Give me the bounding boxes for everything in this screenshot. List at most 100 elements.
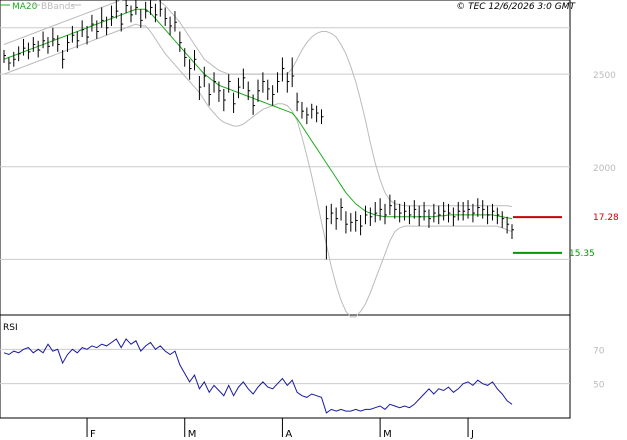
legend-ma20-label: MA20 [12, 2, 38, 12]
ohlc-bar-41 [203, 66, 207, 88]
ohlc-bar-88 [433, 203, 436, 223]
ohlc-bar-39 [194, 50, 197, 71]
ohlc-bar-49 [242, 68, 246, 89]
rsi-tick-label-50: 50 [593, 381, 605, 391]
ohlc-bar-14 [71, 25, 75, 43]
ohlc-bars [3, 0, 514, 260]
ohlc-bar-99 [487, 205, 490, 225]
ohlc-bar-1 [8, 57, 11, 71]
ohlc-bar-79 [389, 194, 392, 215]
ohlc-bar-75 [369, 207, 373, 227]
ohlc-bar-93 [457, 201, 461, 221]
legend: MA20 BBands [0, 2, 81, 12]
ohlc-bar-30 [150, 0, 153, 15]
ohlc-bar-10 [52, 27, 55, 47]
ohlc-bar-3 [18, 46, 21, 62]
ohlc-bar-57 [281, 57, 285, 82]
ohlc-bar-64 [316, 105, 319, 123]
rsi-tick-label-70: 70 [593, 346, 605, 356]
ohlc-bar-42 [208, 83, 212, 106]
ohlc-bar-18 [91, 14, 94, 32]
ohlc-bar-87 [428, 209, 431, 228]
ma20-line-group [3, 8, 513, 220]
price-tick-label-2500: 2500 [593, 71, 616, 81]
rsi-panel-border [0, 314, 571, 419]
x-tick-label-0: F [90, 429, 96, 440]
price-levels: 17.28 15.35 [513, 213, 619, 259]
ohlc-bar-96 [472, 203, 475, 223]
ohlc-bar-95 [467, 200, 471, 219]
axes: 2500 2000 70 50 F M A M J [86, 71, 616, 440]
ohlc-bar-28 [140, 9, 143, 28]
ohlc-bar-47 [233, 92, 236, 114]
ohlc-bar-61 [301, 101, 304, 119]
ohlc-bar-0 [3, 50, 6, 63]
ohlc-bar-37 [184, 48, 187, 67]
ohlc-bar-8 [42, 31, 46, 49]
ohlc-bar-40 [198, 75, 202, 101]
ma20-line [3, 8, 513, 220]
ohlc-bar-48 [237, 77, 241, 99]
ohlc-bar-22 [110, 5, 114, 26]
ohlc-bar-54 [267, 79, 270, 101]
bollinger-bands [3, 0, 513, 318]
ohlc-bar-84 [413, 200, 417, 219]
ohlc-bar-45 [223, 88, 226, 112]
ohlc-bar-5 [27, 42, 31, 60]
ohlc-bar-65 [321, 109, 324, 125]
ohlc-bar-4 [23, 38, 26, 56]
price-panel-border [0, 0, 571, 316]
stock-chart: 17.28 15.35 2500 2000 70 50 F M A M J MA20 BBands… [0, 0, 619, 440]
ohlc-bar-85 [418, 205, 422, 227]
ohlc-bar-51 [252, 94, 256, 115]
ohlc-bar-55 [272, 85, 275, 106]
ohlc-bar-91 [448, 203, 451, 223]
ohlc-bar-6 [32, 37, 36, 52]
bband-upper-line [3, 0, 513, 208]
ohlc-bar-60 [296, 92, 300, 112]
ohlc-bar-12 [62, 50, 65, 69]
x-tick-label-1: M [188, 429, 197, 440]
ohlc-bar-76 [374, 201, 378, 223]
ohlc-bar-68 [335, 207, 339, 230]
x-tick-label-3: M [383, 429, 392, 440]
ohlc-bar-59 [291, 57, 295, 88]
ohlc-bar-92 [452, 207, 456, 227]
ohlc-bar-86 [423, 201, 427, 221]
ohlc-bar-25 [125, 0, 129, 13]
bband-lower-line [3, 23, 513, 318]
ohlc-bar-103 [506, 216, 510, 234]
support-label: 15.35 [569, 249, 595, 259]
ohlc-bar-58 [286, 72, 290, 93]
ohlc-bar-33 [164, 7, 168, 26]
ohlc-bar-35 [174, 11, 177, 32]
ohlc-bar-104 [511, 224, 514, 240]
ohlc-bar-44 [218, 81, 221, 102]
ohlc-bar-62 [306, 107, 309, 125]
price-tick-label-2000: 2000 [593, 164, 616, 174]
rsi-title: RSI [3, 323, 18, 333]
x-tick-label-2: A [285, 429, 292, 440]
ohlc-bar-94 [462, 201, 466, 221]
legend-bbands-label: BBands [41, 2, 75, 12]
ohlc-bar-69 [340, 198, 344, 221]
ohlc-bar-53 [262, 72, 265, 93]
rsi-line [3, 338, 513, 414]
ohlc-bar-11 [57, 35, 60, 52]
ohlc-bar-20 [101, 7, 104, 28]
ohlc-bar-97 [477, 198, 480, 217]
ohlc-bar-56 [277, 72, 280, 93]
ohlc-bar-63 [311, 103, 314, 119]
ohlc-bar-38 [189, 59, 192, 80]
ohlc-bar-27 [135, 0, 138, 15]
ohlc-bar-102 [501, 211, 505, 228]
ohlc-bar-78 [384, 203, 387, 225]
ohlc-bar-98 [482, 200, 485, 219]
rsi-line-group [3, 338, 513, 414]
resistance-label: 17.28 [593, 213, 619, 223]
ohlc-bar-70 [345, 211, 348, 234]
ohlc-bar-67 [330, 203, 334, 225]
ohlc-bar-80 [394, 200, 397, 219]
ohlc-bar-81 [399, 203, 402, 223]
ohlc-bar-89 [438, 205, 441, 225]
